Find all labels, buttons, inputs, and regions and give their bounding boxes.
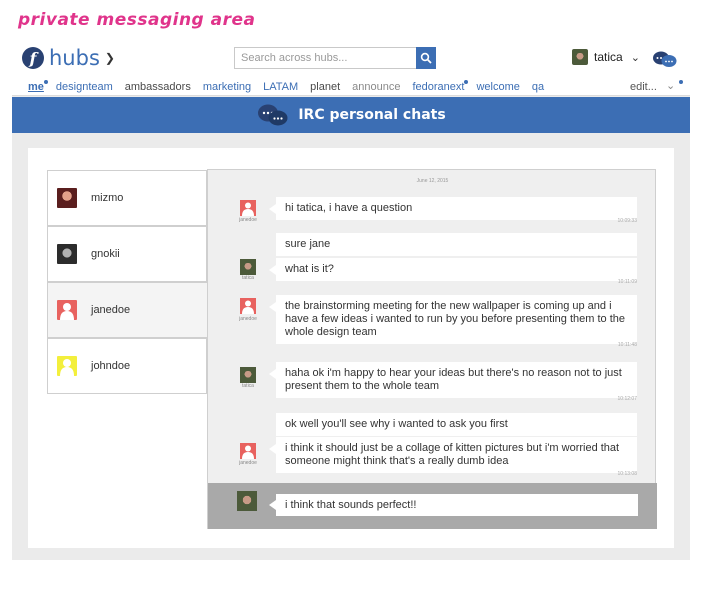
chat-bubbles-icon <box>258 104 288 126</box>
contact-item-johndoe[interactable]: johndoe <box>47 338 207 394</box>
message-sender: janedoe <box>239 217 257 223</box>
chat-card: mizmo gnokii janedoe johndoe June 12, 20… <box>28 148 674 548</box>
user-name: tatica <box>594 50 623 64</box>
nav-item-qa[interactable]: qa <box>532 81 544 93</box>
contact-name: johndoe <box>91 360 131 372</box>
top-bar: f hubs ❯ tatica ⌄ <box>12 38 690 78</box>
message-text: ok well you'll see why i wanted to ask y… <box>285 418 508 430</box>
message-sender: tatica <box>242 275 254 281</box>
default-user-icon <box>240 298 256 314</box>
search-button[interactable] <box>416 47 436 69</box>
default-user-icon <box>57 300 77 320</box>
nav-item-planet[interactable]: planet <box>310 81 340 93</box>
default-user-icon <box>57 356 77 376</box>
nav-item-latam[interactable]: LATAM <box>263 81 298 93</box>
chat-date: June 12, 2015 <box>416 178 449 184</box>
contact-item-gnokii[interactable]: gnokii <box>47 226 207 282</box>
nav-item-welcome[interactable]: welcome <box>476 81 519 93</box>
message-text: hi tatica, i have a question <box>285 202 413 214</box>
fedora-logo-icon: f <box>22 47 44 69</box>
nav-item-me[interactable]: me <box>28 79 48 93</box>
logo-text: hubs <box>49 46 100 70</box>
contact-item-janedoe[interactable]: janedoe <box>47 282 208 338</box>
message-sender: janedoe <box>239 316 257 322</box>
message-time: 10:12:07 <box>617 396 637 402</box>
search-icon <box>420 52 432 64</box>
message-text: sure jane <box>285 238 331 250</box>
message-sender: janedoe <box>239 460 257 466</box>
chat-message: hi tatica, i have a question 10:09:33 <box>269 197 637 224</box>
chat-message: i think it should just be a collage of k… <box>269 437 637 477</box>
nav-edit-link[interactable]: edit... <box>630 81 657 93</box>
search-box <box>234 47 436 69</box>
chat-message: the brainstorming meeting for the new wa… <box>269 295 637 348</box>
contact-name: mizmo <box>91 192 124 204</box>
chat-message: what is it? 10:11:09 <box>269 258 637 285</box>
message-composer <box>208 483 657 529</box>
contact-name: gnokii <box>91 248 120 260</box>
hub-nav-bar: me designteam ambassadors marketing LATA… <box>12 78 690 96</box>
section-title: IRC personal chats <box>298 107 446 123</box>
message-text: what is it? <box>285 263 334 275</box>
chat-bubbles-icon[interactable] <box>652 50 678 68</box>
chat-pane: June 12, 2015 janedoe hi tatica, i have … <box>207 169 657 529</box>
avatar <box>57 244 77 264</box>
nav-item-designteam[interactable]: designteam <box>56 81 113 93</box>
message-text: haha ok i'm happy to hear your ideas but… <box>285 367 622 392</box>
chevron-down-icon[interactable]: ⌄ <box>666 79 675 92</box>
avatar <box>240 367 256 383</box>
hubs-app-window: f hubs ❯ tatica ⌄ me des <box>12 38 690 560</box>
message-sender: tatica <box>242 383 254 389</box>
search-input[interactable] <box>234 47 416 69</box>
message-input[interactable] <box>276 494 638 516</box>
user-menu[interactable]: tatica ⌄ <box>572 49 640 65</box>
avatar <box>237 491 257 511</box>
message-text: i think it should just be a collage of k… <box>285 442 620 467</box>
user-avatar <box>572 49 588 65</box>
avatar <box>240 259 256 275</box>
composer-pointer <box>269 500 276 510</box>
message-text: the brainstorming meeting for the new wa… <box>285 300 625 338</box>
nav-item-ambassadors[interactable]: ambassadors <box>125 81 191 93</box>
nav-item-announce[interactable]: announce <box>352 81 400 93</box>
nav-item-marketing[interactable]: marketing <box>203 81 251 93</box>
contact-list: mizmo gnokii janedoe johndoe <box>47 170 208 394</box>
chat-message: haha ok i'm happy to hear your ideas but… <box>269 362 637 402</box>
avatar <box>57 188 77 208</box>
page-caption: private messaging area <box>18 10 256 30</box>
nav-item-fedoranext[interactable]: fedoranext <box>412 79 469 93</box>
message-time: 10:11:48 <box>617 342 637 348</box>
notification-dot <box>679 80 683 84</box>
section-banner: IRC personal chats <box>12 97 690 133</box>
message-time: 10:09:33 <box>617 218 637 224</box>
message-time: 10:13:08 <box>617 471 637 477</box>
default-user-icon <box>240 443 256 459</box>
chat-message: ok well you'll see why i wanted to ask y… <box>276 413 637 436</box>
contact-name: janedoe <box>91 304 131 316</box>
hubs-logo[interactable]: f hubs ❯ <box>22 46 115 70</box>
chevron-down-icon: ❯ <box>104 51 115 65</box>
default-user-icon <box>240 200 256 216</box>
chat-message: sure jane <box>276 233 637 256</box>
chevron-down-icon: ⌄ <box>630 51 640 64</box>
contact-item-mizmo[interactable]: mizmo <box>47 170 207 226</box>
message-time: 10:11:09 <box>617 279 637 285</box>
